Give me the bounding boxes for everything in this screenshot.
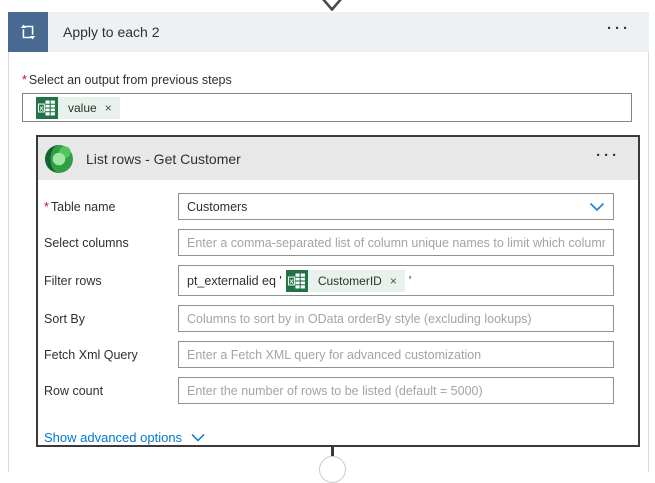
value-token[interactable]: x value × xyxy=(36,97,120,119)
apply-to-each-header[interactable]: Apply to each 2 ··· xyxy=(8,12,649,52)
svg-text:x: x xyxy=(289,277,293,285)
required-marker: * xyxy=(22,73,27,87)
value-token-remove-icon[interactable]: × xyxy=(102,101,120,115)
select-columns-label: Select columns xyxy=(44,236,178,250)
customerid-token[interactable]: x CustomerID × xyxy=(286,270,405,292)
outgoing-connector-line xyxy=(331,447,334,456)
sort-by-label: Sort By xyxy=(44,312,178,326)
table-name-label: *Table name xyxy=(44,200,178,214)
fetch-xml-row: Fetch Xml Query xyxy=(44,341,638,368)
list-rows-card: List rows - Get Customer ··· *Table name… xyxy=(36,135,640,447)
customerid-token-label: CustomerID xyxy=(308,274,387,288)
fetch-xml-label: Fetch Xml Query xyxy=(44,348,178,362)
select-columns-row: Select columns xyxy=(44,229,638,256)
apply-to-each-body: *Select an output from previous steps x xyxy=(8,52,649,472)
customerid-token-remove-icon[interactable]: × xyxy=(387,274,405,288)
row-count-input[interactable] xyxy=(178,377,614,404)
chevron-down-icon xyxy=(589,202,605,212)
excel-icon: x xyxy=(36,97,58,119)
table-name-label-text: Table name xyxy=(51,200,116,214)
chevron-down-icon xyxy=(191,433,205,442)
sort-by-input[interactable] xyxy=(178,305,614,332)
list-rows-form: *Table name Customers Select columns Fil… xyxy=(38,180,638,447)
table-name-value: Customers xyxy=(187,200,247,214)
fetch-xml-input[interactable] xyxy=(178,341,614,368)
table-name-dropdown[interactable]: Customers xyxy=(178,193,614,220)
dataverse-icon xyxy=(41,141,77,177)
output-field-label-text: Select an output from previous steps xyxy=(29,73,232,87)
filter-rows-input[interactable]: pt_externalid eq ' xyxy=(178,265,614,296)
insert-step-button[interactable] xyxy=(319,456,346,483)
table-name-row: *Table name Customers xyxy=(44,193,638,220)
svg-text:x: x xyxy=(40,104,44,112)
apply-to-each-loop-icon xyxy=(8,12,48,52)
sort-by-row: Sort By xyxy=(44,305,638,332)
filter-expression-suffix: ' xyxy=(409,274,411,288)
excel-icon: x xyxy=(286,270,308,292)
apply-to-each-title: Apply to each 2 xyxy=(63,24,597,40)
output-field-label: *Select an output from previous steps xyxy=(22,73,648,87)
apply-to-each-menu-button[interactable]: ··· xyxy=(597,9,649,55)
select-output-input[interactable]: x value × xyxy=(22,93,632,122)
apply-to-each-scope: Apply to each 2 ··· *Select an output fr… xyxy=(8,12,649,472)
row-count-label: Row count xyxy=(44,384,178,398)
show-advanced-options-label: Show advanced options xyxy=(44,430,182,445)
list-rows-title: List rows - Get Customer xyxy=(86,151,586,167)
filter-expression-prefix: pt_externalid eq ' xyxy=(187,274,282,288)
filter-rows-label: Filter rows xyxy=(44,274,178,288)
select-columns-input[interactable] xyxy=(178,229,614,256)
value-token-label: value xyxy=(58,101,102,115)
show-advanced-options-link[interactable]: Show advanced options xyxy=(44,430,205,445)
required-marker: * xyxy=(44,200,49,214)
row-count-row: Row count xyxy=(44,377,638,404)
filter-rows-row: Filter rows pt_externalid eq ' xyxy=(44,265,638,296)
list-rows-menu-button[interactable]: ··· xyxy=(586,134,638,183)
list-rows-header[interactable]: List rows - Get Customer ··· xyxy=(38,137,638,180)
